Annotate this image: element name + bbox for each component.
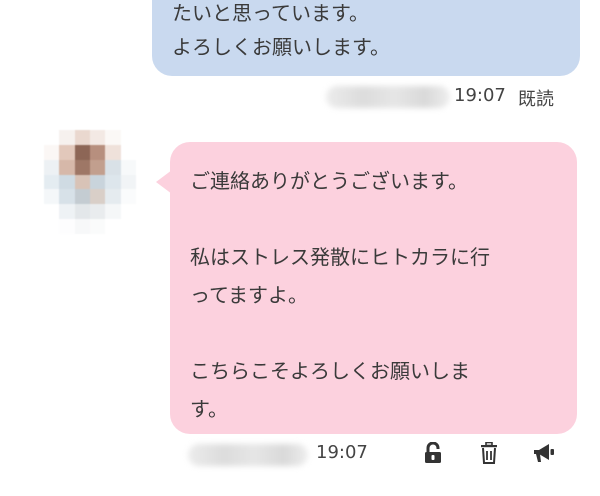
report-button[interactable] <box>529 438 559 468</box>
received-message-meta: 19:07 <box>186 438 586 472</box>
read-status: 既読 <box>518 89 554 110</box>
sent-message-line: たいと思っています。 <box>172 1 369 25</box>
unlock-icon <box>425 442 441 463</box>
trash-icon <box>481 442 497 464</box>
blurred-sender-name <box>188 444 308 466</box>
delete-button[interactable] <box>474 438 504 468</box>
received-message-bubble: ご連絡ありがとうございます。 私はストレス発散にヒトカラに行 ってますよ。 こち… <box>156 142 577 434</box>
blurred-recipient-name <box>326 86 450 108</box>
sent-message-meta: 19:07 既読 <box>320 82 570 112</box>
received-message-text: ご連絡ありがとうございます。 私はストレス発散にヒトカラに行 ってますよ。 こち… <box>190 169 490 421</box>
sent-message-line: よろしくお願いします。 <box>172 35 390 59</box>
sent-message-bubble: たいと思っています。 よろしくお願いします。 <box>152 0 580 76</box>
avatar[interactable] <box>44 130 136 234</box>
sent-message-time: 19:07 <box>454 85 506 106</box>
unlock-button[interactable] <box>418 438 448 468</box>
megaphone-icon <box>534 444 554 462</box>
received-message-time: 19:07 <box>316 442 368 463</box>
